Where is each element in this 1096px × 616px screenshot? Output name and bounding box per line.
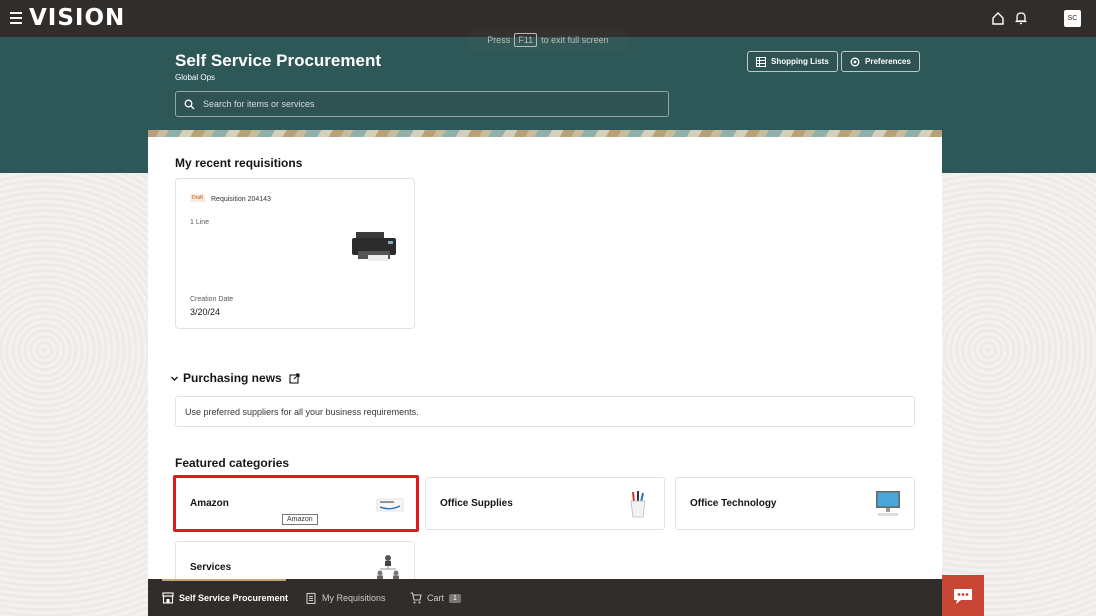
category-name: Office Technology bbox=[690, 498, 777, 509]
background-pattern-left bbox=[0, 173, 148, 616]
chevron-down-icon[interactable] bbox=[170, 374, 179, 383]
page-title: Self Service Procurement bbox=[175, 51, 381, 70]
vision-logo[interactable]: VISION bbox=[29, 5, 125, 31]
requisition-card[interactable]: Draft Requisition 204143 1 Line Creation… bbox=[175, 178, 415, 329]
business-unit-label: Global Ops bbox=[175, 73, 216, 82]
list-grid-icon bbox=[756, 56, 766, 67]
search-icon bbox=[184, 99, 195, 109]
category-name: Services bbox=[190, 562, 232, 573]
search-placeholder: Search for items or services bbox=[203, 99, 315, 109]
chat-bubble-icon bbox=[954, 588, 972, 604]
printer-icon bbox=[352, 232, 396, 261]
amazon-logo-icon bbox=[376, 498, 404, 512]
nav-label: Self Service Procurement bbox=[179, 593, 289, 603]
featured-categories-heading: Featured categories bbox=[175, 456, 290, 470]
nav-label: My Requisitions bbox=[322, 593, 386, 603]
nav-self-service-procurement[interactable]: Self Service Procurement bbox=[162, 592, 288, 604]
line-count: 1 Line bbox=[190, 219, 210, 226]
requisition-number: Requisition 204143 bbox=[211, 196, 271, 203]
main-content: My recent requisitions Draft Requisition… bbox=[148, 137, 942, 579]
creation-date-label: Creation Date bbox=[190, 296, 234, 303]
preferences-label: Preferences bbox=[865, 57, 911, 66]
gear-icon bbox=[850, 57, 860, 66]
notifications-bell-icon[interactable] bbox=[1014, 11, 1028, 25]
preferences-button[interactable]: Preferences bbox=[841, 51, 920, 72]
people-hierarchy-icon bbox=[377, 555, 399, 579]
category-services[interactable]: Services bbox=[175, 541, 415, 579]
fullscreen-hint: Press F11 to exit full screen bbox=[469, 29, 627, 51]
purchasing-news-header[interactable]: Purchasing news bbox=[170, 371, 300, 385]
background-pattern-right bbox=[942, 173, 1096, 616]
category-office-supplies[interactable]: Office Supplies bbox=[425, 477, 665, 530]
storefront-icon bbox=[162, 592, 174, 604]
nav-label: Cart bbox=[427, 593, 445, 603]
clipboard-icon bbox=[306, 592, 316, 604]
fullscreen-hint-key: F11 bbox=[514, 33, 538, 47]
purchasing-news-heading: Purchasing news bbox=[183, 371, 282, 385]
chat-assistant-button[interactable] bbox=[942, 575, 984, 616]
shopping-lists-button[interactable]: Shopping Lists bbox=[747, 51, 838, 72]
fullscreen-hint-pre: Press bbox=[487, 35, 511, 45]
user-avatar[interactable]: SC bbox=[1064, 10, 1081, 27]
external-link-icon[interactable] bbox=[289, 372, 300, 384]
cart-count-badge: 1 bbox=[449, 593, 461, 603]
category-name: Office Supplies bbox=[440, 498, 513, 509]
amazon-tooltip: Amazon bbox=[282, 514, 318, 525]
recent-requisitions-heading: My recent requisitions bbox=[175, 156, 303, 170]
news-message: Use preferred suppliers for all your bus… bbox=[175, 396, 915, 427]
shopping-lists-label: Shopping Lists bbox=[771, 57, 829, 66]
creation-date-value: 3/20/24 bbox=[190, 307, 221, 317]
fullscreen-hint-post: to exit full screen bbox=[541, 35, 609, 45]
menu-icon[interactable] bbox=[10, 12, 22, 24]
search-input[interactable]: Search for items or services bbox=[175, 91, 669, 117]
bottom-navigation: Self Service Procurement My Requisitions… bbox=[148, 579, 942, 616]
active-tab-indicator bbox=[162, 579, 286, 581]
home-icon[interactable] bbox=[991, 11, 1005, 25]
pencil-cup-icon bbox=[630, 491, 646, 518]
cart-icon bbox=[410, 592, 422, 604]
nav-cart[interactable]: Cart 1 bbox=[410, 592, 461, 604]
computer-monitor-icon bbox=[876, 491, 900, 516]
category-office-technology[interactable]: Office Technology bbox=[675, 477, 915, 530]
status-badge: Draft bbox=[190, 194, 205, 202]
nav-my-requisitions[interactable]: My Requisitions bbox=[305, 592, 386, 604]
category-name: Amazon bbox=[190, 498, 229, 509]
